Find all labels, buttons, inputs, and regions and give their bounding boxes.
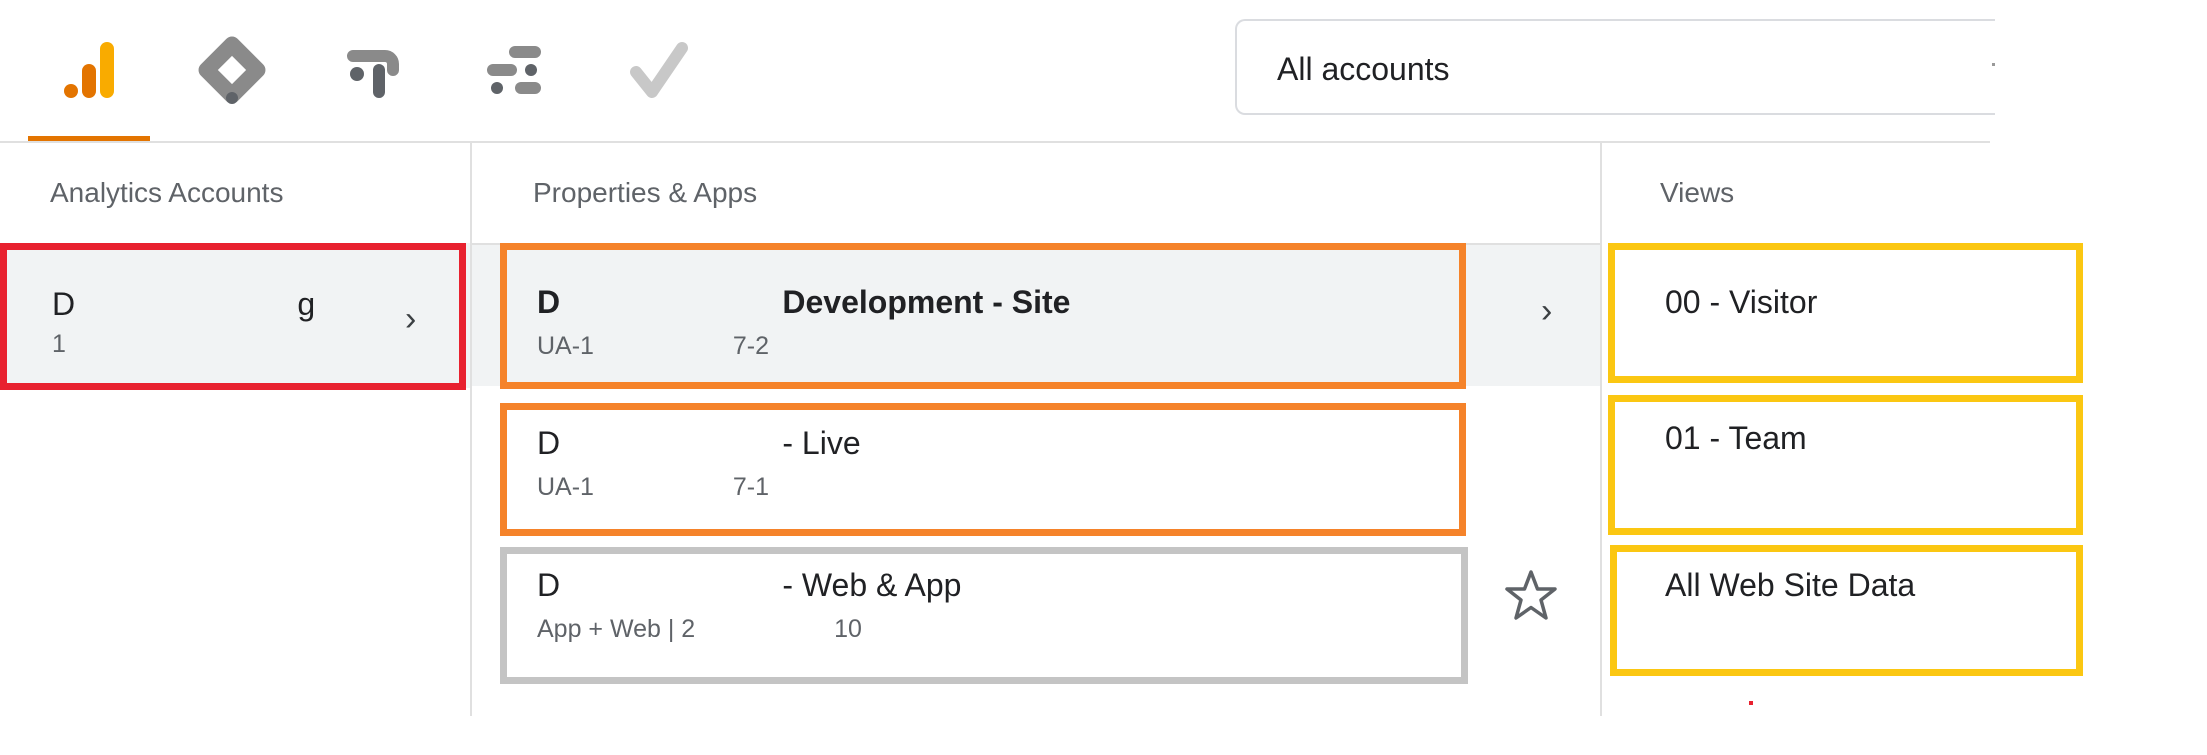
account-selector-label: All accounts <box>1277 51 1450 87</box>
chevron-right-icon[interactable]: › <box>1541 292 1552 331</box>
property-item-development[interactable]: D Development - Site UA-1 7-2 <box>500 243 1466 389</box>
data-studio-product-button[interactable] <box>475 30 555 110</box>
chevron-down-icon <box>1992 63 1995 66</box>
view-name: 01 - Team <box>1665 420 1807 456</box>
view-item-all-web-site-data[interactable]: All Web Site Data <box>1610 545 2083 676</box>
surveys-product-button[interactable] <box>618 30 698 110</box>
views-column-header: Views <box>1660 177 1735 208</box>
accounts-column-header: Analytics Accounts <box>50 177 284 208</box>
tag-manager-icon <box>198 36 266 104</box>
property-tracking-id: UA-1 7-2 <box>537 332 770 360</box>
view-name: All Web Site Data <box>1665 567 1916 603</box>
account-name: D g <box>52 286 316 322</box>
optimize-product-button[interactable] <box>333 30 413 110</box>
property-name: D - Web & App <box>537 567 962 603</box>
view-name: 00 - Visitor <box>1665 284 1818 320</box>
view-item-team[interactable]: 01 - Team <box>1608 395 2083 535</box>
surveys-icon <box>630 42 688 98</box>
tag-manager-product-button[interactable] <box>192 30 272 110</box>
column-divider <box>470 143 472 716</box>
property-item-web-app[interactable]: D - Web & App App + Web | 2 10 <box>500 547 1468 684</box>
annotation-dot <box>1749 701 1753 705</box>
star-icon[interactable] <box>1503 568 1559 624</box>
property-name: D Development - Site <box>537 284 1071 320</box>
chevron-right-icon: › <box>405 300 417 338</box>
analytics-icon <box>64 42 114 98</box>
data-studio-icon <box>487 46 541 94</box>
properties-column-header: Properties & Apps <box>533 177 758 208</box>
column-divider <box>1600 143 1602 716</box>
product-switcher-bar: All accounts <box>0 0 1995 143</box>
analytics-product-button[interactable] <box>50 30 130 110</box>
account-selector[interactable]: All accounts <box>1235 19 1995 115</box>
view-item-visitor[interactable]: 00 - Visitor <box>1608 243 2083 383</box>
property-stream-id: App + Web | 2 10 <box>537 615 862 643</box>
property-item-live[interactable]: D - Live UA-1 7-1 <box>500 403 1466 536</box>
optimize-icon <box>347 50 399 98</box>
account-id: 1 <box>52 330 66 358</box>
property-name: D - Live <box>537 425 861 461</box>
account-item[interactable]: D g 1 › <box>0 243 466 390</box>
topbar-divider <box>0 141 1990 143</box>
property-tracking-id: UA-1 7-1 <box>537 473 770 501</box>
